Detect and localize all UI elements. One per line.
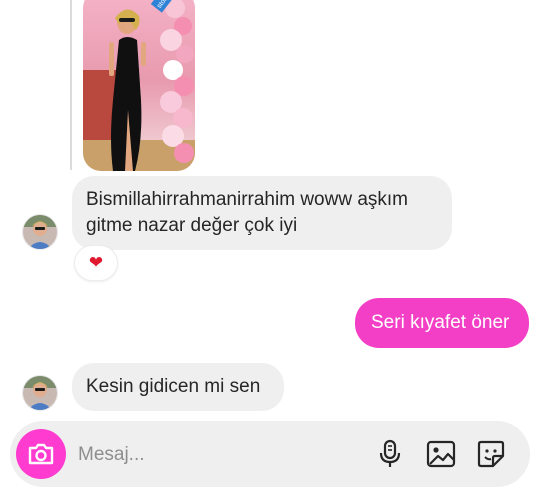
message-text: Kesin gidicen mi sen (86, 376, 261, 397)
sticker-icon (477, 440, 505, 468)
microphone-icon (379, 439, 401, 467)
story-reply-line (70, 0, 72, 170)
camera-icon (28, 443, 54, 465)
story-photo-image: story link (83, 0, 195, 171)
avatar-image (23, 376, 57, 410)
sticker-button[interactable] (473, 436, 509, 472)
avatar-image (23, 215, 57, 249)
gallery-icon (426, 440, 456, 468)
message-input[interactable] (76, 435, 360, 475)
heart-reaction[interactable]: ❤ (75, 246, 117, 280)
sender-avatar[interactable] (23, 215, 57, 249)
message-text: Seri kıyafet öner (371, 312, 510, 333)
microphone-button[interactable] (372, 436, 408, 472)
heart-icon: ❤ (88, 253, 104, 272)
message-composer (10, 421, 530, 487)
message-text-line: Bismillahirrahmanirrahim woww aşkım (86, 189, 409, 210)
sender-avatar[interactable] (23, 376, 57, 410)
message-text-line: gitme nazar değer çok iyi (86, 215, 298, 236)
outgoing-message[interactable]: Seri kıyafet öner (355, 298, 529, 348)
incoming-message[interactable]: Kesin gidicen mi sen (72, 363, 284, 411)
incoming-message[interactable]: Bismillahirrahmanirrahim woww aşkım gitm… (72, 176, 452, 250)
story-photo[interactable]: story link (83, 0, 195, 171)
gallery-button[interactable] (423, 436, 459, 472)
camera-button[interactable] (16, 429, 66, 479)
